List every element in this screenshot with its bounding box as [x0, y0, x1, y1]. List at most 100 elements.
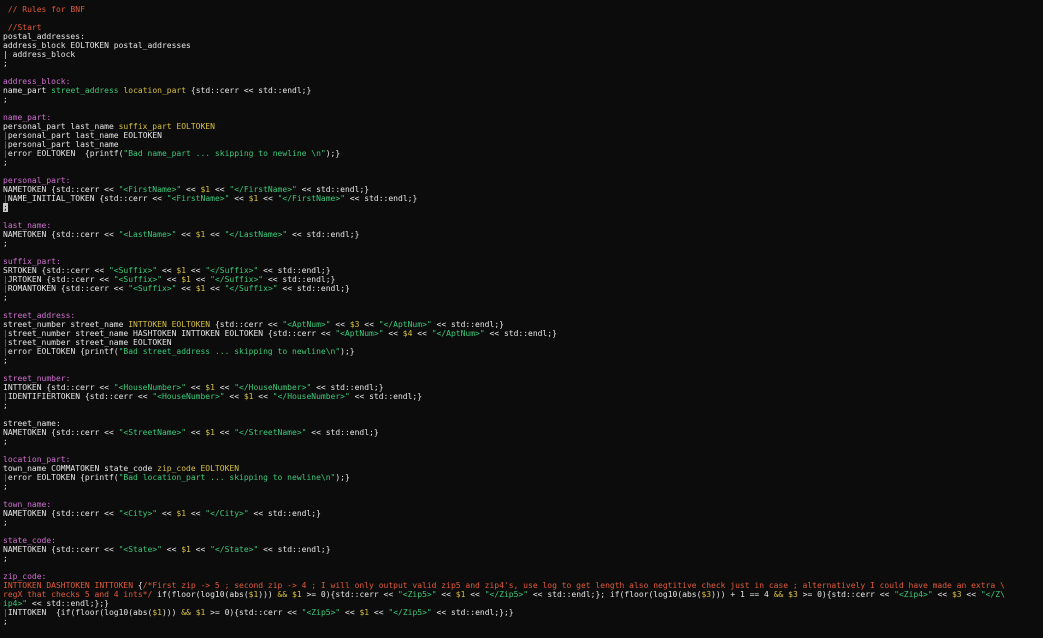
code-token: "</Suffix>" — [210, 275, 264, 284]
code-token: << — [210, 185, 230, 194]
code-token: INTTOKEN — [128, 320, 167, 329]
code-token: );} — [340, 347, 355, 356]
code-token: "<Zip5>" — [301, 608, 341, 617]
code-token: << — [359, 320, 379, 329]
code-line: // Rules for BNF — [3, 5, 1005, 14]
code-token: {std::cerr << — [210, 320, 283, 329]
code-token: && — [773, 590, 784, 599]
code-line: SRTOKEN {std::cerr << "<Suffix>" << $1 <… — [3, 266, 1005, 275]
code-token: << std::endl;} — [296, 185, 370, 194]
code-editor[interactable]: // Rules for BNF //Start postal_addresses… — [0, 0, 1043, 638]
code-token: << — [229, 194, 249, 203]
code-token: street_name: — [3, 419, 61, 428]
code-token: "Bad name_part ... skipping to newline \… — [123, 149, 326, 158]
code-token: "</LastName>" — [224, 230, 288, 239]
code-token: street_number street_name EOLTOKEN — [7, 338, 172, 347]
code-token: && — [277, 590, 288, 599]
code-token: $1 — [205, 428, 215, 437]
code-token: address_block EOLTOKEN postal_addresses — [3, 41, 191, 50]
code-token: suffix_part — [118, 122, 172, 131]
code-token: "</Zip5>" — [388, 608, 432, 617]
code-token: << std::endl;} — [306, 428, 379, 437]
code-token: << — [186, 428, 206, 437]
code-token: $1 — [195, 230, 206, 239]
code-token: location_part: — [3, 455, 71, 464]
code-token: ; — [3, 482, 8, 491]
code-token: << std::endl;};} — [27, 599, 109, 608]
code-token: street_number street_name HASHTOKEN INTT… — [7, 329, 336, 338]
code-token: >= 0){std::cerr << — [205, 608, 302, 617]
code-token: $1 — [152, 608, 162, 617]
code-token: personal_part last_name — [7, 140, 119, 149]
code-token: << std::endl;} — [277, 284, 350, 293]
code-line: ; — [3, 203, 1005, 212]
code-token: | address_block — [3, 50, 76, 59]
code-token: postal_addresses: — [3, 32, 85, 41]
code-line: INTTOKEN DASHTOKEN INTTOKEN {/*First zip… — [3, 581, 1005, 590]
code-token: $1 — [292, 590, 302, 599]
code-token: $1 — [195, 608, 206, 617]
code-token: last_name: — [3, 221, 52, 230]
code-token: "<Zip4>" — [894, 590, 933, 599]
code-token: ; — [3, 239, 8, 248]
code-token: << — [186, 266, 206, 275]
code-line: ip4>" << std::endl;};} — [3, 599, 1005, 608]
code-token: // Rules for BNF — [3, 5, 85, 14]
code-line: |street_number street_name EOLTOKEN — [3, 338, 1005, 347]
code-token: "Bad location_part ... skipping to newli… — [118, 473, 336, 482]
code-line: | address_block — [3, 50, 1005, 59]
code-token: << std::endl;} — [287, 230, 360, 239]
code-line: INTTOKEN {std::cerr << "<HouseNumber>" <… — [3, 383, 1005, 392]
code-token: << — [383, 329, 403, 338]
code-text-area[interactable]: // Rules for BNF //Start postal_addresses… — [3, 5, 1005, 626]
code-line: name_part street_address location_part {… — [3, 86, 1005, 95]
code-line: street_name: — [3, 419, 1005, 428]
code-token: "</HouseNumber>" — [272, 392, 350, 401]
text-cursor: ; — [3, 203, 8, 212]
code-line: name_part: — [3, 113, 1005, 122]
code-line: ; — [3, 95, 1005, 104]
code-token: << — [253, 392, 273, 401]
code-token: "<FirstName>" — [118, 185, 182, 194]
code-token: JRTOKEN {std::cerr << — [7, 275, 114, 284]
code-token: << std::endl;} — [248, 509, 321, 518]
code-token: NAMETOKEN {std::cerr << — [3, 230, 119, 239]
code-token: << std::endl;} — [311, 383, 384, 392]
code-token: $1 — [359, 608, 370, 617]
code-line: street_number street_name INTTOKEN EOLTO… — [3, 320, 1005, 329]
code-token: << — [186, 383, 206, 392]
code-token: "</Zip5>" — [484, 590, 529, 599]
code-token: ; — [3, 59, 8, 68]
code-token: "<Suffix>" — [113, 275, 162, 284]
code-token: $1 — [248, 590, 259, 599]
code-line: town_name: — [3, 500, 1005, 509]
code-token: ))) — [161, 608, 182, 617]
code-token: ; — [3, 401, 8, 410]
code-line: ; — [3, 401, 1005, 410]
code-line: street_number: — [3, 374, 1005, 383]
code-token: << — [340, 608, 360, 617]
code-token: NAMETOKEN {std::cerr << — [3, 545, 119, 554]
code-line: ; — [3, 158, 1005, 167]
code-token: << std::endl;} — [484, 329, 557, 338]
code-line: |NAME_INITIAL_TOKEN {std::cerr << "<Firs… — [3, 194, 1005, 203]
code-token: << — [181, 185, 201, 194]
code-token: << — [932, 590, 952, 599]
code-line: street_address: — [3, 311, 1005, 320]
code-token: "<AptNum>" — [335, 329, 384, 338]
code-token: $4 — [402, 329, 413, 338]
code-token: << — [176, 230, 196, 239]
code-token: ))) — [258, 590, 278, 599]
code-token: ; — [3, 554, 8, 563]
code-token: town_name: — [3, 500, 52, 509]
code-line: address_block: — [3, 77, 1005, 86]
code-token: << — [330, 320, 350, 329]
code-token: "<Suffix>" — [108, 266, 158, 275]
code-token: );} — [325, 149, 341, 158]
code-token: "</Z\ — [980, 590, 1005, 599]
code-token: zip_code — [157, 464, 196, 473]
code-line: |error EOLTOKEN {printf("Bad name_part .… — [3, 149, 1005, 158]
